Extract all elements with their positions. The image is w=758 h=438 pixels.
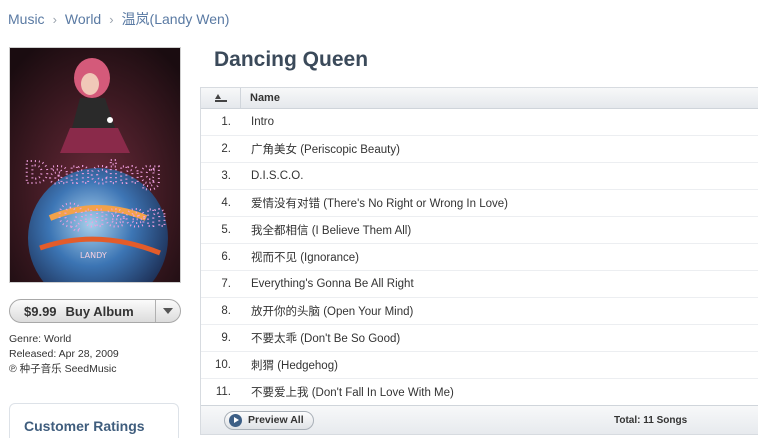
track-row[interactable]: 5. 我全都相信 (I Believe Them All) [201,217,758,244]
album-meta: Genre: World Released: Apr 28, 2009 ℗ 种子… [9,332,119,377]
track-number: 5. [221,224,231,236]
track-number: 11. [215,386,231,398]
track-title: 爱情没有对错 (There's No Right or Wrong In Lov… [251,198,508,210]
breadcrumb: Music › World › 温岚(Landy Wen) [8,9,229,29]
preview-all-label: Preview All [248,414,304,426]
track-row[interactable]: 8. 放开你的头脑 (Open Your Mind) [201,298,758,325]
svg-text:Queen: Queen [58,199,167,234]
svg-text:Dancing: Dancing [24,156,161,191]
track-row[interactable]: 9. 不要太乖 (Don't Be So Good) [201,325,758,352]
release-date: Released: Apr 28, 2009 [9,348,119,360]
chevron-right-icon: › [109,11,114,27]
track-number: 1. [221,116,231,128]
svg-text:LANDY: LANDY [80,251,107,260]
play-icon [229,413,242,427]
track-number: 8. [221,305,231,317]
track-row[interactable]: 6. 视而不见 (Ignorance) [201,244,758,271]
page-title: Dancing Queen [214,48,369,71]
track-row[interactable]: 2. 广角美女 (Periscopic Beauty) [201,136,758,163]
track-title: 刺猬 (Hedgehog) [251,360,338,372]
track-title: 我全都相信 (I Believe Them All) [251,225,412,237]
total-songs: Total: 11 Songs [614,415,688,426]
track-list-header: Name [201,88,758,109]
track-title: 广角美女 (Periscopic Beauty) [251,144,400,156]
album-price: $9.99 [24,303,57,319]
buy-album-button-group: $9.99 Buy Album [9,299,181,323]
customer-ratings-title: Customer Ratings [24,418,145,434]
track-row[interactable]: 11. 不要爱上我 (Don't Fall In Love With Me) [201,379,758,406]
buy-album-label: Buy Album [65,303,134,319]
album-cover-art: Dancing Queen LANDY [10,48,180,282]
track-title: Everything's Gonna Be All Right [251,278,414,290]
preview-all-button[interactable]: Preview All [224,410,314,430]
track-number: 6. [221,251,231,263]
track-title: D.I.S.C.O. [251,170,304,182]
chevron-right-icon: › [52,11,57,27]
track-title: 不要爱上我 (Don't Fall In Love With Me) [251,387,454,399]
name-column-header[interactable]: Name [241,92,280,104]
copyright: ℗ 种子音乐 SeedMusic [9,363,117,375]
breadcrumb-music[interactable]: Music [8,11,45,27]
album-cover[interactable]: Dancing Queen LANDY [9,47,181,283]
buy-options-dropdown[interactable] [155,300,180,322]
track-number: 4. [221,197,231,209]
sort-column-header[interactable] [201,88,241,108]
track-list: Name 1. Intro 2. 广角美女 (Periscopic Beauty) 3.… [200,87,758,435]
track-number: 7. [221,278,231,290]
track-row[interactable]: 3. D.I.S.C.O. [201,163,758,190]
track-rows: 1. Intro 2. 广角美女 (Periscopic Beauty) 3. D.I.S… [201,109,758,406]
chevron-down-icon [163,308,173,314]
track-row[interactable]: 10. 刺猬 (Hedgehog) [201,352,758,379]
sort-ascending-icon [214,94,227,102]
breadcrumb-world[interactable]: World [65,11,101,27]
track-row[interactable]: 4. 爱情没有对错 (There's No Right or Wrong In L… [201,190,758,217]
track-row[interactable]: 1. Intro [201,109,758,136]
customer-ratings-panel: Customer Ratings [9,403,179,438]
track-title: 放开你的头脑 (Open Your Mind) [251,306,414,318]
track-number: 3. [221,170,231,182]
buy-album-button[interactable]: $9.99 Buy Album [10,300,155,322]
track-number: 10. [215,359,231,371]
track-title: 不要太乖 (Don't Be So Good) [251,333,401,345]
breadcrumb-artist[interactable]: 温岚(Landy Wen) [122,9,230,29]
genre: Genre: World [9,333,72,345]
track-number: 2. [221,143,231,155]
track-row[interactable]: 7. Everything's Gonna Be All Right [201,271,758,298]
track-title: 视而不见 (Ignorance) [251,252,360,264]
track-title: Intro [251,116,275,128]
track-number: 9. [221,332,231,344]
track-list-footer: Preview All Total: 11 Songs [201,405,758,434]
